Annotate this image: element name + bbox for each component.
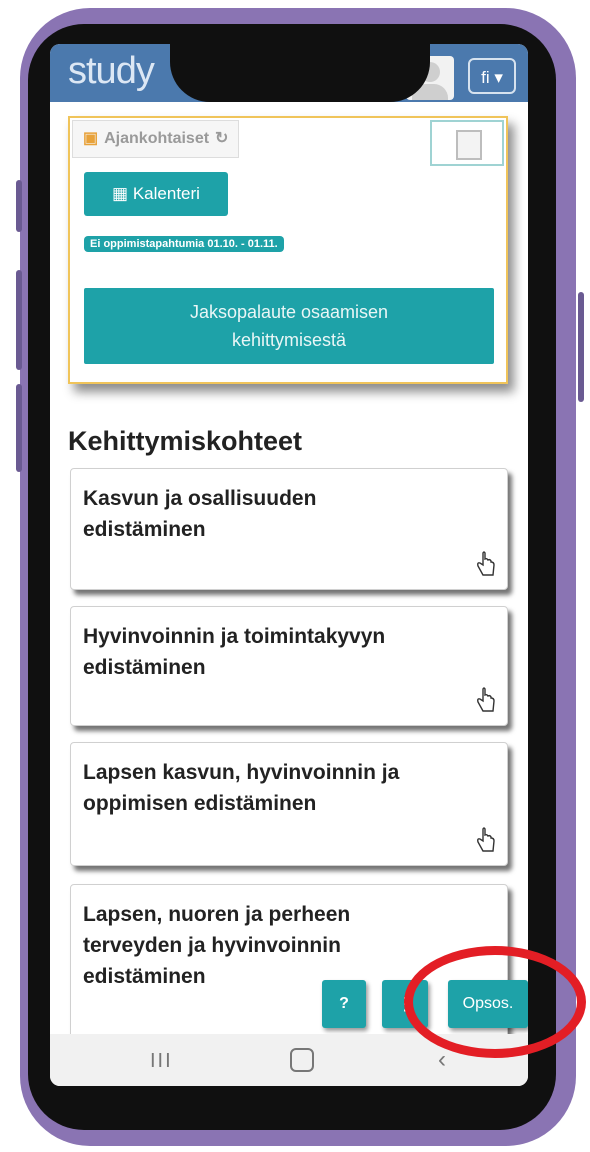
period-feedback-button[interactable]: Jaksopalaute osaamisen kehittymisestä <box>84 288 494 364</box>
refresh-icon[interactable]: ↻ <box>215 130 228 147</box>
phone-side-button <box>16 180 22 232</box>
calendar-button-icon: ▦ <box>112 184 133 203</box>
help-icon: ? <box>339 995 349 1012</box>
recents-icon[interactable]: III <box>150 1050 173 1073</box>
highlight-circle <box>404 946 586 1058</box>
back-icon[interactable]: ‹ <box>438 1046 446 1074</box>
current-events-card: ▣ Ajankohtaiset ↻ ▦ Kalenteri Ei oppimista… <box>68 116 508 384</box>
studyo-logo[interactable]: study <box>68 50 155 93</box>
language-select[interactable]: fi ▾ <box>468 58 516 94</box>
item-title: Kasvun ja osallisuuden edistäminen <box>83 487 317 541</box>
development-item[interactable]: Hyvinvoinnin ja toimintakyvyn edistäminen <box>70 606 508 726</box>
calendar-button[interactable]: ▦ Kalenteri <box>84 172 228 216</box>
development-item[interactable]: Lapsen kasvun, hyvinvoinnin ja oppimisen … <box>70 742 508 866</box>
phone-side-button <box>16 384 22 472</box>
section-heading: Kehittymiskohteet <box>68 426 303 456</box>
app-screen: study fi ▾ ▣ Ajankohtaiset ↻ ▦ Kalenteri E… <box>50 44 528 1086</box>
no-events-badge: Ei oppimistapahtumia 01.10. - 01.11. <box>84 236 284 252</box>
phone-power-button <box>578 292 584 402</box>
help-button[interactable]: ? <box>322 980 366 1028</box>
feedback-button-line2: kehittymisestä <box>231 330 347 350</box>
development-item[interactable]: Kasvun ja osallisuuden edistäminen <box>70 468 508 590</box>
item-title: Lapsen kasvun, hyvinvoinnin ja oppimisen … <box>83 761 400 815</box>
hand-pointer-icon <box>477 687 495 712</box>
hand-pointer-icon <box>477 827 495 852</box>
calendar-icon: ▣ <box>83 130 99 147</box>
teacher-avatar <box>430 120 504 166</box>
hand-pointer-icon <box>477 551 495 576</box>
item-title: Hyvinvoinnin ja toimintakyvyn edistäminen <box>83 625 386 679</box>
feedback-button-line1: Jaksopalaute osaamisen <box>189 302 389 322</box>
tab-ajankohtaiset[interactable]: ▣ Ajankohtaiset ↻ <box>72 120 240 158</box>
phone-side-button <box>16 270 22 370</box>
phone-notch <box>170 44 430 102</box>
tab-label: Ajankohtaiset <box>104 130 210 147</box>
home-icon[interactable] <box>290 1048 314 1072</box>
